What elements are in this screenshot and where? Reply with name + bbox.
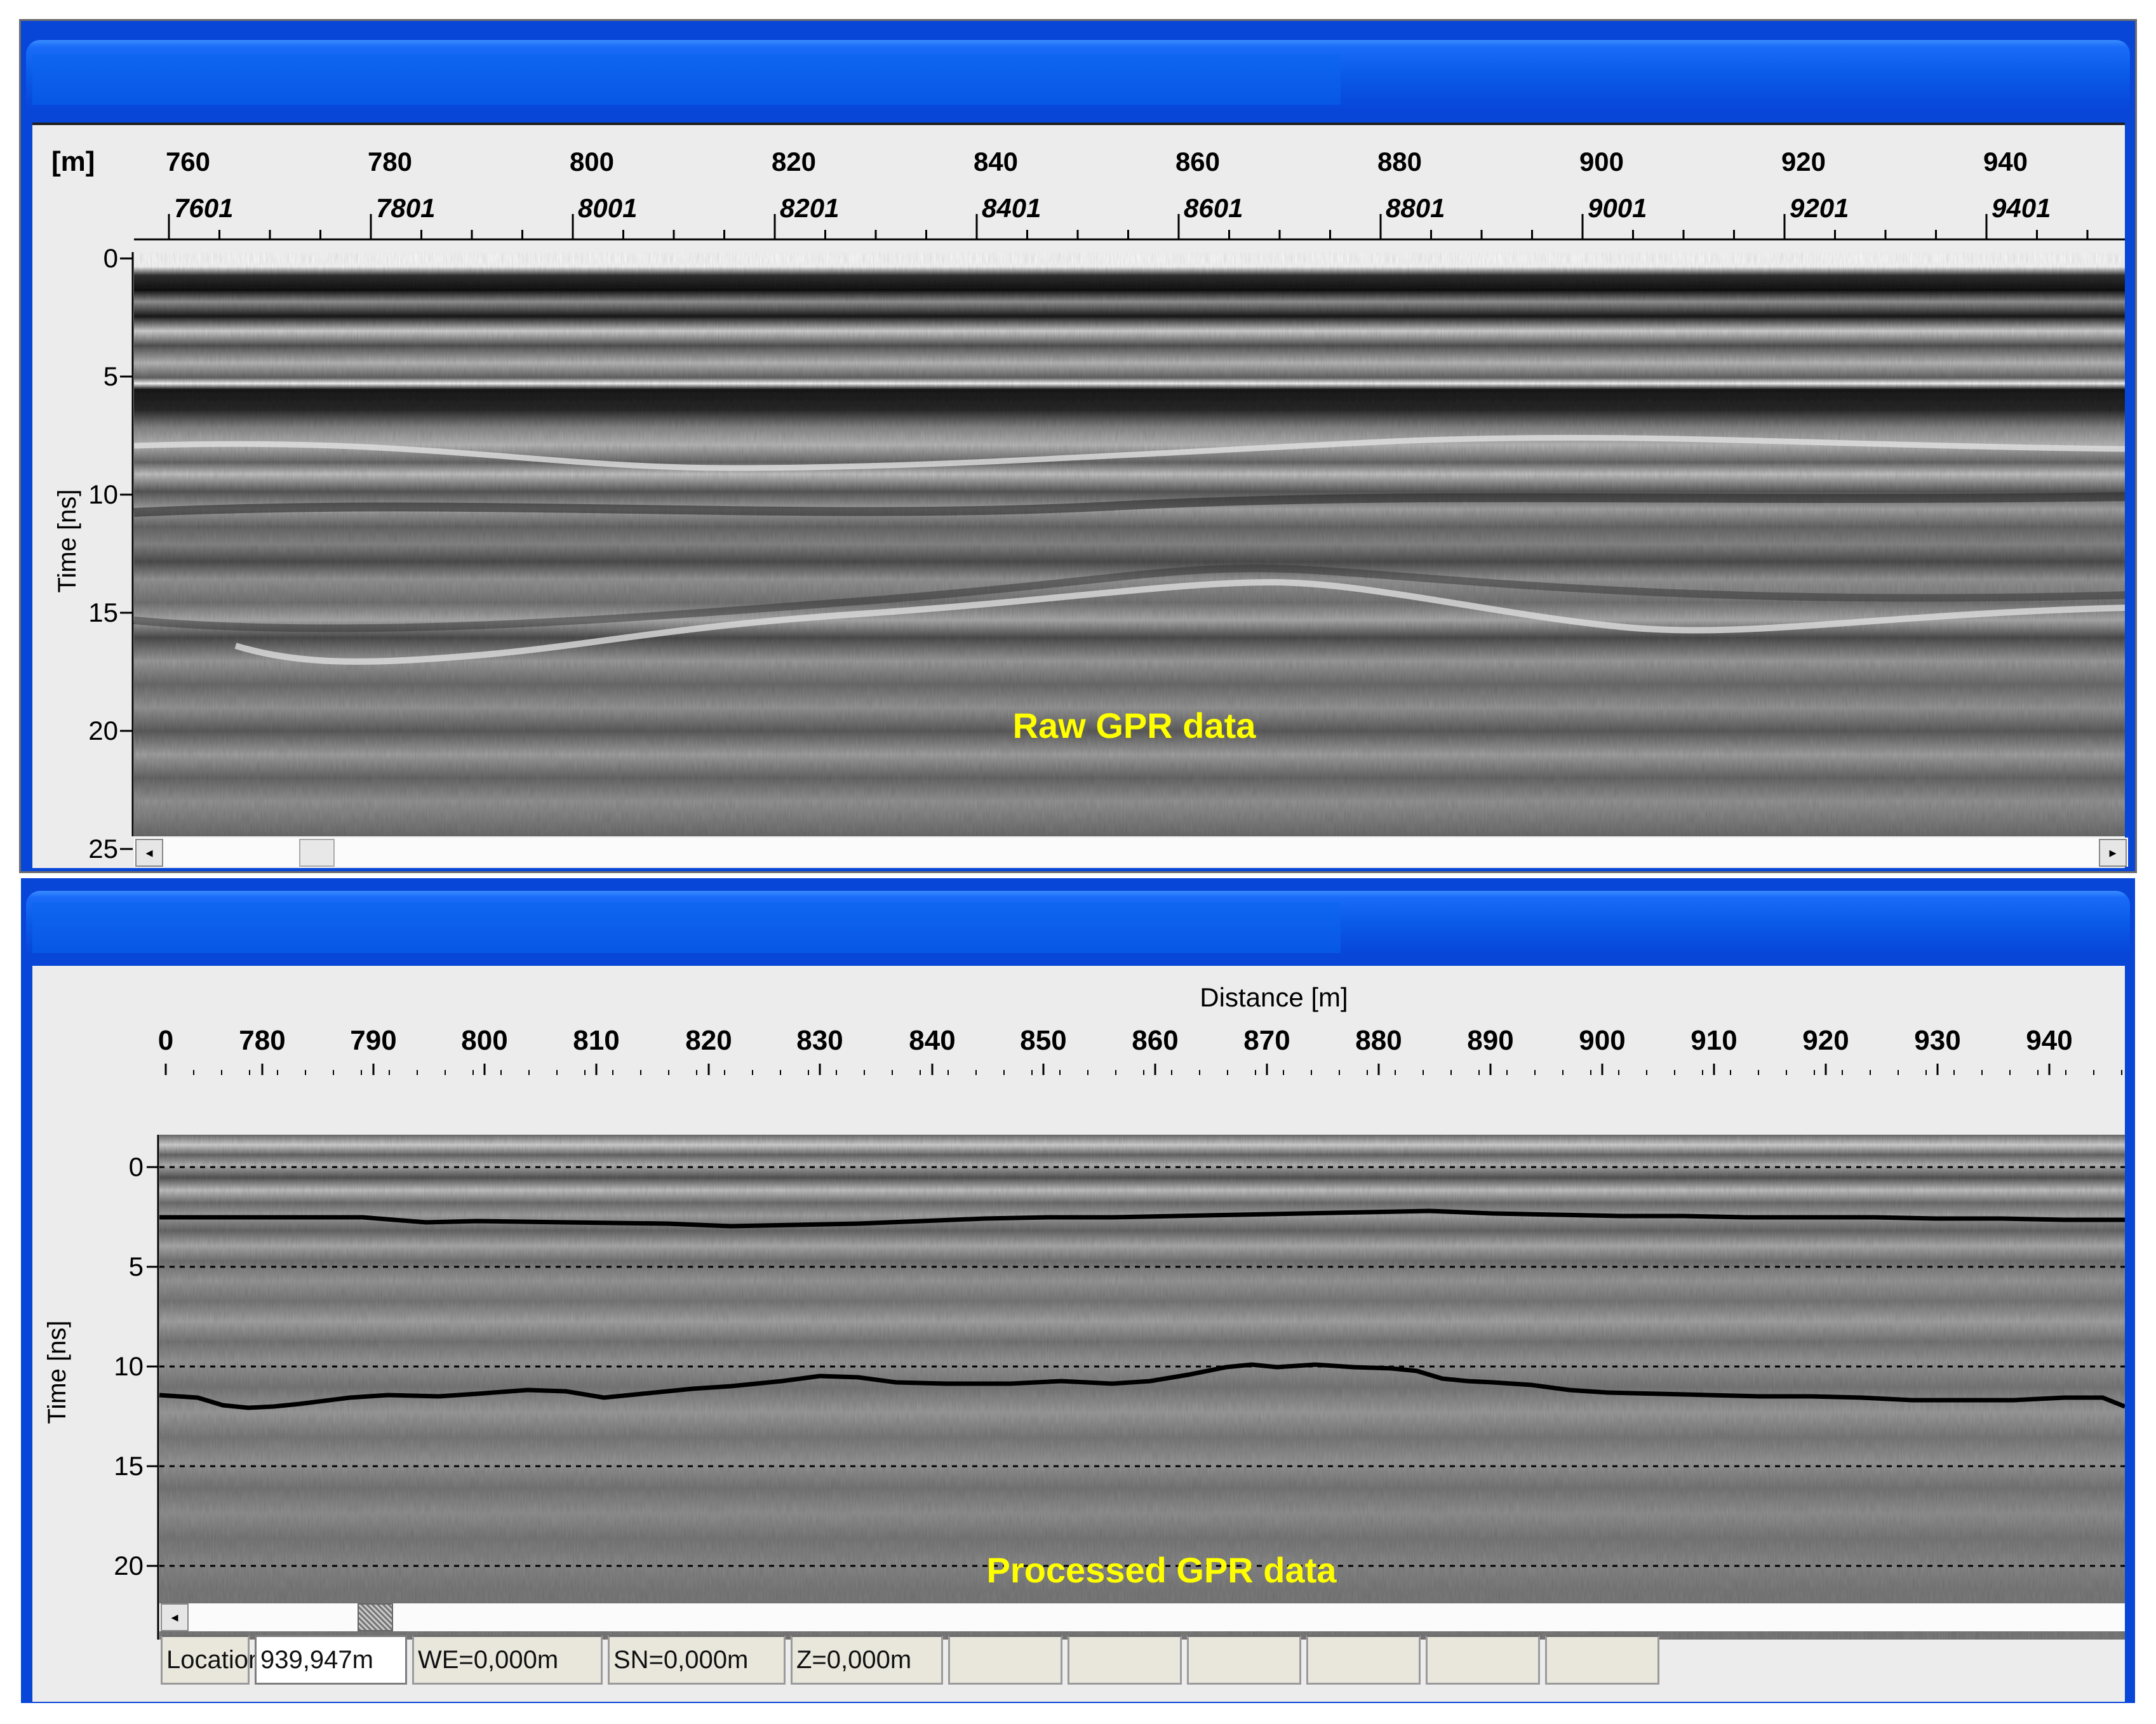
processed-x-tick-label: 810 [573,1025,619,1056]
raw-top-tick-label: 840 [974,147,1018,177]
raw-window-titlebar[interactable] [26,40,2130,110]
raw-top-tick-label: 860 [1175,147,1220,177]
processed-x-tick-label: 800 [461,1025,507,1056]
raw-overlay-label: Raw GPR data [1013,705,1257,745]
raw-horizontal-scrollbar[interactable] [134,838,2128,867]
processed-y-tick-label: 10 [114,1351,144,1381]
processed-x-tick-label: 850 [1020,1025,1066,1056]
raw-y-ticks: 0 5 10 15 20 25 [88,243,133,864]
processed-x-tick-label: 820 [685,1025,732,1056]
location-value-field[interactable]: 939,947m [255,1635,407,1685]
raw-scroll-right-button[interactable]: ▸ [2099,839,2127,867]
raw-trace-ticks: 7601 7801 8001 8201 8401 8601 8801 9001 9201 9401 [174,193,2051,223]
raw-y-tick-label: 10 [88,479,118,509]
location-label: Location [161,1635,262,1685]
processed-y-tick-label: 15 [114,1451,144,1481]
raw-top-tick-label: 920 [1781,147,1826,177]
we-coordinate-field: WE=0,000m [412,1635,603,1685]
raw-trace-tick-label: 8801 [1386,193,1445,223]
raw-top-ticks: 760 780 800 820 840 860 880 900 920 940 [166,147,2028,239]
processed-window-titlebar[interactable] [26,891,2130,954]
processed-x-tick-label: 0 [158,1025,173,1056]
processed-window-client: Distance [m] 0 780 790 800 810 820 830 840 850 86… [32,966,2125,1702]
raw-top-tick-label: 760 [166,147,210,177]
raw-window-client: [m] 760 780 800 820 840 860 880 900 920 940 7601 7… [32,123,2128,868]
raw-y-tick-label: 20 [88,716,118,745]
raw-trace-tick-label: 7801 [376,193,435,223]
processed-x-tick-label: 940 [2026,1025,2072,1056]
status-empty-field-3 [1187,1635,1301,1685]
processed-x-tick-label: 860 [1132,1025,1178,1056]
raw-unit-label: [m] [51,146,95,177]
processed-y-axis-label: Time [ns] [43,1321,71,1424]
raw-top-tick-label: 800 [570,147,614,177]
raw-trace-tick-label: 9001 [1588,193,1647,223]
raw-trace-tick-label: 8001 [578,193,637,223]
status-empty-field-6 [1545,1635,1659,1685]
status-empty-field-1 [948,1635,1062,1685]
processed-radargram-panel: Distance [m] 0 780 790 800 810 820 830 840 850 86… [43,982,2125,1640]
processed-statusbar: Location 939,947m WE=0,000m SN=0,000m Z=… [161,1635,1659,1685]
processed-x-axis-label: Distance [m] [1200,982,1348,1012]
processed-y-tick-label: 5 [129,1252,144,1281]
processed-x-tick-label: 930 [1914,1025,1960,1056]
processed-scroll-left-button[interactable]: ◂ [161,1603,189,1631]
raw-trace-tick-label: 9401 [1992,193,2051,223]
raw-trace-tick-label: 8601 [1184,193,1243,223]
raw-top-tick-label: 900 [1579,147,1624,177]
status-empty-field-5 [1426,1635,1540,1685]
processed-x-tick-label: 830 [796,1025,843,1056]
processed-x-tick-label: 890 [1467,1025,1513,1056]
raw-top-tick-label: 880 [1377,147,1422,177]
status-empty-field-4 [1306,1635,1421,1685]
raw-data-window: [m] 760 780 800 820 840 860 880 900 920 940 7601 7… [19,19,2137,873]
processed-x-tick-label: 870 [1243,1025,1290,1056]
processed-y-tick-label: 0 [129,1152,144,1182]
raw-trace-tick-label: 8401 [982,193,1041,223]
raw-top-tick-label: 820 [772,147,816,177]
status-empty-field-2 [1068,1635,1182,1685]
processed-x-tick-label: 910 [1691,1025,1737,1056]
processed-x-tick-label: 900 [1579,1025,1625,1056]
processed-x-tick-label: 780 [239,1025,285,1056]
processed-x-tick-label: 790 [350,1025,396,1056]
raw-y-tick-label: 5 [104,361,118,391]
raw-trace-tick-label: 9201 [1790,193,1849,223]
processed-x-ticks: 0 780 790 800 810 820 830 840 850 860 870 880 890 900… [158,1025,2073,1075]
raw-y-tick-label: 0 [104,243,118,273]
raw-trace-tick-label: 8201 [780,193,839,223]
raw-top-tick-label: 940 [1983,147,2028,177]
sn-coordinate-field: SN=0,000m [608,1635,786,1685]
processed-overlay-label: Processed GPR data [987,1550,1337,1590]
processed-y-ticks: 0 5 10 15 20 [114,1152,158,1580]
raw-radargram-image [134,252,2125,836]
z-coordinate-field: Z=0,000m [791,1635,943,1685]
processed-x-tick-label: 840 [909,1025,955,1056]
raw-top-tick-label: 780 [368,147,412,177]
processed-data-window: Distance [m] 0 780 790 800 810 820 830 840 850 86… [19,876,2137,1705]
processed-horizontal-scrollbar[interactable] [159,1603,2125,1631]
processed-scroll-thumb[interactable] [358,1603,393,1631]
processed-x-tick-label: 880 [1355,1025,1402,1056]
raw-scroll-thumb[interactable] [299,839,335,867]
processed-x-tick-label: 920 [1802,1025,1849,1056]
raw-scroll-left-button[interactable]: ◂ [135,839,163,867]
raw-trace-tick-label: 7601 [174,193,233,223]
raw-radargram-panel: [m] 760 780 800 820 840 860 880 900 920 940 7601 7… [51,146,2125,864]
processed-y-tick-label: 20 [114,1551,144,1580]
raw-y-tick-label: 25 [88,834,118,864]
raw-y-tick-label: 15 [88,598,118,627]
raw-y-axis-label: Time [ns] [53,490,81,593]
